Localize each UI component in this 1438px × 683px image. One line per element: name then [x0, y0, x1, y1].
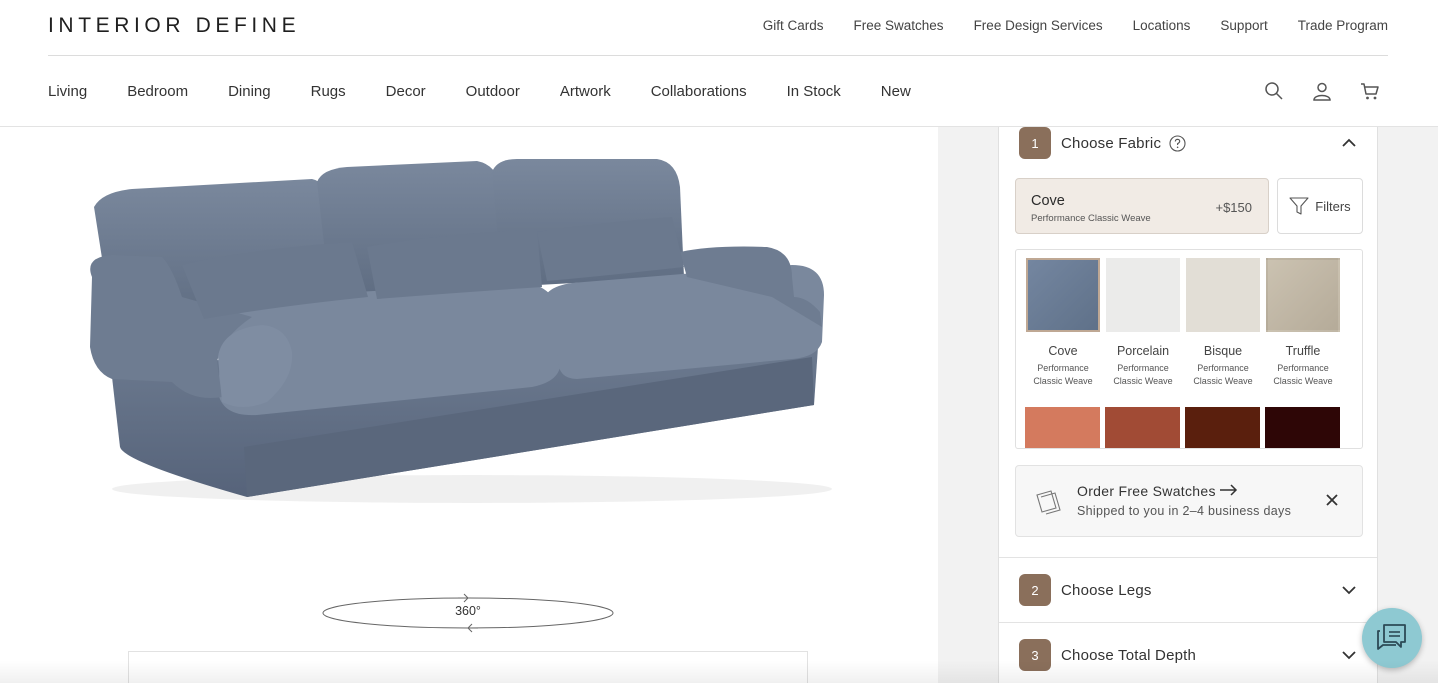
rotate-label: 360°: [455, 604, 481, 618]
step-number-badge: 1: [1019, 127, 1051, 159]
account-icon[interactable]: [1312, 81, 1332, 101]
util-link-locations[interactable]: Locations: [1133, 18, 1191, 33]
swatch-desc: Performance Classic Weave: [1193, 363, 1253, 386]
util-link-support[interactable]: Support: [1220, 18, 1267, 33]
swatch-row2-chip[interactable]: [1185, 407, 1260, 448]
cart-icon[interactable]: [1360, 81, 1380, 101]
step-number-badge: 2: [1019, 574, 1051, 606]
step-1-header[interactable]: 1 Choose Fabric: [1019, 127, 1359, 159]
selected-fabric-name: Cove: [1031, 193, 1065, 209]
nav-item-collaborations[interactable]: Collaborations: [651, 83, 747, 100]
chevron-down-icon[interactable]: [1341, 582, 1357, 598]
chat-button[interactable]: [1362, 608, 1422, 668]
swatch-name: Cove: [1048, 344, 1078, 358]
util-link-trade-program[interactable]: Trade Program: [1298, 18, 1388, 33]
sofa-product-image[interactable]: [72, 147, 842, 517]
swatch-bisque[interactable]: Bisque Performance Classic Weave: [1184, 258, 1262, 388]
nav-item-new[interactable]: New: [881, 83, 911, 100]
help-icon[interactable]: [1169, 134, 1186, 152]
filters-label: Filters: [1315, 198, 1351, 214]
swatch-chip: [1266, 258, 1340, 332]
rotate-360-control[interactable]: 360°: [318, 591, 618, 633]
nav-item-rugs[interactable]: Rugs: [311, 83, 346, 100]
swatch-row2-chip[interactable]: [1265, 407, 1340, 448]
selected-fabric-subtitle: Performance Classic Weave: [1031, 213, 1151, 224]
nav-item-decor[interactable]: Decor: [386, 83, 426, 100]
gutter: [1378, 127, 1438, 683]
swatch-name: Bisque: [1203, 344, 1243, 358]
swatch-truffle[interactable]: Truffle Performance Classic Weave: [1264, 258, 1342, 388]
configurator-panel: 1 Choose Fabric Cove Performance Classic…: [998, 127, 1378, 683]
arrow-right-icon: [1219, 484, 1238, 496]
order-free-swatches-banner[interactable]: Order Free Swatches Shipped to you in 2–…: [1015, 465, 1363, 537]
nav-item-dining[interactable]: Dining: [228, 83, 271, 100]
utility-nav: Gift Cards Free Swatches Free Design Ser…: [763, 18, 1388, 33]
close-icon[interactable]: [1326, 494, 1338, 506]
fabric-swatch-grid: Cove Performance Classic Weave Porcelain …: [1015, 249, 1363, 449]
swatch-chip: [1026, 258, 1100, 332]
swatch-desc: Performance Classic Weave: [1033, 363, 1093, 386]
selected-fabric-price: +$150: [1215, 200, 1252, 215]
swatch-row2-chip[interactable]: [1025, 407, 1100, 448]
filters-button[interactable]: Filters: [1277, 178, 1363, 234]
selected-fabric-card[interactable]: Cove Performance Classic Weave +$150: [1015, 178, 1269, 234]
swatch-cove[interactable]: Cove Performance Classic Weave: [1024, 258, 1102, 388]
chevron-up-icon[interactable]: [1341, 135, 1357, 151]
swatch-porcelain[interactable]: Porcelain Performance Classic Weave: [1104, 258, 1182, 388]
step-title: Choose Total Depth: [1061, 646, 1197, 664]
step-number-badge: 3: [1019, 639, 1051, 671]
swatch-name: Porcelain: [1116, 344, 1170, 358]
divider: [999, 622, 1377, 623]
step-3-header[interactable]: 3 Choose Total Depth: [1019, 639, 1359, 671]
swatch-desc: Performance Classic Weave: [1113, 363, 1173, 386]
util-link-free-design-services[interactable]: Free Design Services: [974, 18, 1103, 33]
step-2-header[interactable]: 2 Choose Legs: [1019, 574, 1359, 606]
main-nav: Living Bedroom Dining Rugs Decor Outdoor…: [0, 56, 1438, 127]
order-swatches-subtitle: Shipped to you in 2–4 business days: [1077, 504, 1292, 518]
search-icon[interactable]: [1264, 81, 1284, 101]
nav-item-in-stock[interactable]: In Stock: [787, 83, 841, 100]
chat-icon: [1377, 624, 1406, 650]
divider: [999, 557, 1377, 558]
nav-item-outdoor[interactable]: Outdoor: [466, 83, 520, 100]
product-info-card: [128, 651, 808, 683]
filter-icon: [1289, 197, 1309, 215]
swatch-row2-chip[interactable]: [1105, 407, 1180, 448]
nav-item-living[interactable]: Living: [48, 83, 87, 100]
nav-item-artwork[interactable]: Artwork: [560, 83, 611, 100]
swatch-chip: [1106, 258, 1180, 332]
order-swatches-title: Order Free Swatches: [1077, 483, 1238, 499]
gutter: [938, 127, 998, 683]
top-bar: INTERIOR DEFINE Gift Cards Free Swatches…: [0, 0, 1438, 56]
swatch-name: Truffle: [1285, 344, 1321, 358]
chevron-down-icon[interactable]: [1341, 647, 1357, 663]
step-title: Choose Fabric: [1061, 134, 1162, 152]
util-link-free-swatches[interactable]: Free Swatches: [854, 18, 944, 33]
swatch-desc: Performance Classic Weave: [1273, 363, 1333, 386]
swatch-pack-icon: [1036, 490, 1061, 515]
nav-item-bedroom[interactable]: Bedroom: [127, 83, 188, 100]
brand-logo[interactable]: INTERIOR DEFINE: [48, 14, 300, 38]
swatch-chip: [1186, 258, 1260, 332]
util-link-gift-cards[interactable]: Gift Cards: [763, 18, 824, 33]
product-viewer[interactable]: 360°: [0, 127, 938, 683]
step-title: Choose Legs: [1061, 581, 1152, 599]
